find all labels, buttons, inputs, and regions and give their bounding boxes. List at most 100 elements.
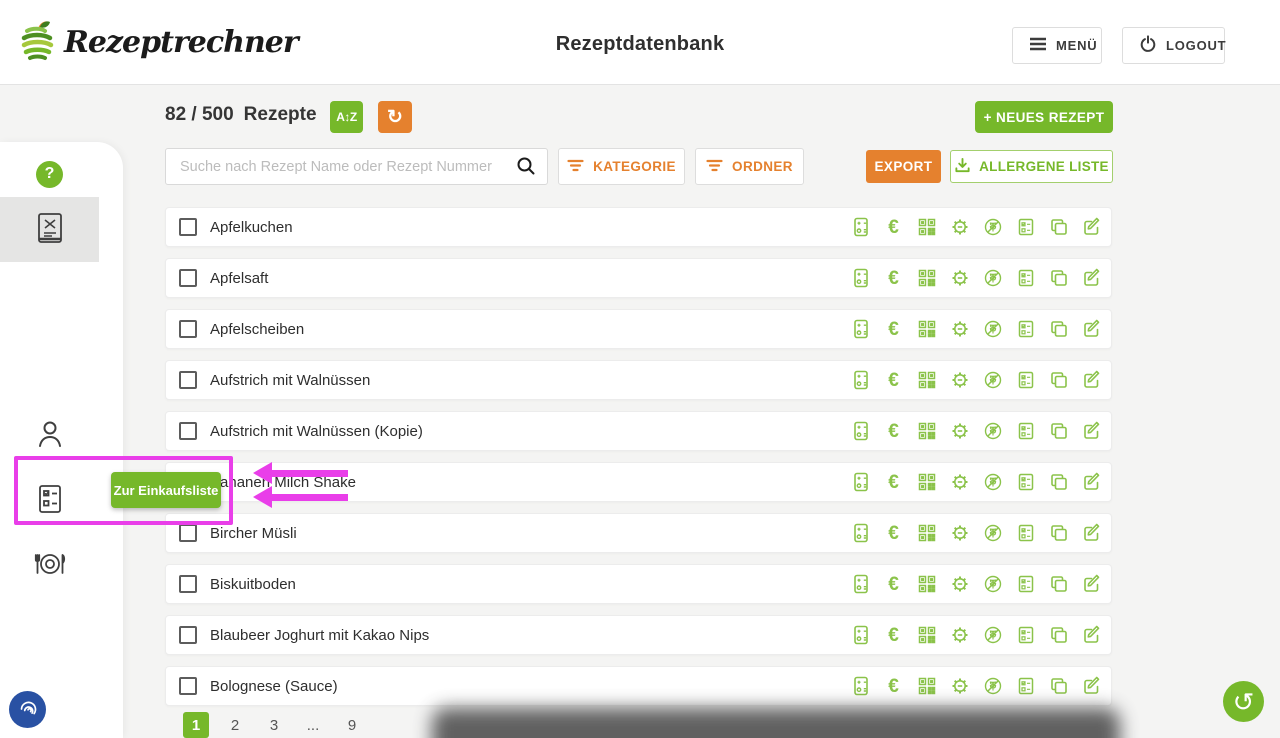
label-icon[interactable]	[1015, 421, 1036, 442]
sidebar-item-forms[interactable]	[0, 482, 99, 520]
euro-icon[interactable]: €	[883, 370, 904, 391]
qr-code-icon[interactable]	[916, 676, 937, 697]
copy-icon[interactable]	[1048, 370, 1069, 391]
label-icon[interactable]	[1015, 319, 1036, 340]
refresh-button[interactable]: ↻	[378, 101, 412, 133]
sidebar-item-recipe-book[interactable]	[0, 204, 99, 256]
recipe-checkbox[interactable]	[179, 371, 197, 389]
recipe-checkbox[interactable]	[179, 269, 197, 287]
recipe-checkbox[interactable]	[179, 626, 197, 644]
euro-icon[interactable]: €	[883, 625, 904, 646]
export-button[interactable]: EXPORT	[866, 150, 941, 183]
page-button[interactable]: 2	[222, 712, 248, 738]
gear-icon[interactable]	[949, 268, 970, 289]
qr-code-icon[interactable]	[916, 421, 937, 442]
kategorie-filter-button[interactable]: KATEGORIE	[558, 148, 685, 185]
gear-icon[interactable]	[949, 421, 970, 442]
euro-icon[interactable]: €	[883, 217, 904, 238]
qr-code-icon[interactable]	[916, 625, 937, 646]
menu-button[interactable]: MENÜ	[1012, 27, 1102, 64]
copy-icon[interactable]	[1048, 574, 1069, 595]
page-button[interactable]: 3	[261, 712, 287, 738]
calculator-icon[interactable]	[850, 268, 871, 289]
recipe-checkbox[interactable]	[179, 677, 197, 695]
sidebar-item-meal-plan[interactable]	[0, 547, 99, 585]
gear-icon[interactable]	[949, 370, 970, 391]
copy-icon[interactable]	[1048, 676, 1069, 697]
qr-code-icon[interactable]	[916, 217, 937, 238]
gluten-free-icon[interactable]	[982, 370, 1003, 391]
logout-button[interactable]: LOGOUT	[1122, 27, 1225, 64]
calculator-icon[interactable]	[850, 217, 871, 238]
calculator-icon[interactable]	[850, 370, 871, 391]
gear-icon[interactable]	[949, 523, 970, 544]
ordner-filter-button[interactable]: ORDNER	[695, 148, 804, 185]
edit-icon[interactable]	[1081, 319, 1102, 340]
qr-code-icon[interactable]	[916, 319, 937, 340]
copy-icon[interactable]	[1048, 319, 1069, 340]
copy-icon[interactable]	[1048, 217, 1069, 238]
edit-icon[interactable]	[1081, 676, 1102, 697]
copy-icon[interactable]	[1048, 625, 1069, 646]
search-input[interactable]	[165, 148, 548, 185]
copy-icon[interactable]	[1048, 523, 1069, 544]
copy-icon[interactable]	[1048, 268, 1069, 289]
sidebar-item-help[interactable]: ?	[0, 154, 99, 194]
gluten-free-icon[interactable]	[982, 472, 1003, 493]
recipe-checkbox[interactable]	[179, 218, 197, 236]
label-icon[interactable]	[1015, 370, 1036, 391]
page-button[interactable]: ...	[300, 712, 326, 738]
label-icon[interactable]	[1015, 472, 1036, 493]
recipe-checkbox[interactable]	[179, 524, 197, 542]
copy-icon[interactable]	[1048, 421, 1069, 442]
gluten-free-icon[interactable]	[982, 625, 1003, 646]
gluten-free-icon[interactable]	[982, 217, 1003, 238]
euro-icon[interactable]: €	[883, 319, 904, 340]
label-icon[interactable]	[1015, 574, 1036, 595]
gear-icon[interactable]	[949, 319, 970, 340]
qr-code-icon[interactable]	[916, 472, 937, 493]
calculator-icon[interactable]	[850, 523, 871, 544]
edit-icon[interactable]	[1081, 625, 1102, 646]
edit-icon[interactable]	[1081, 523, 1102, 544]
label-icon[interactable]	[1015, 676, 1036, 697]
gear-icon[interactable]	[949, 472, 970, 493]
edit-icon[interactable]	[1081, 268, 1102, 289]
calculator-icon[interactable]	[850, 472, 871, 493]
gluten-free-icon[interactable]	[982, 523, 1003, 544]
qr-code-icon[interactable]	[916, 574, 937, 595]
gear-icon[interactable]	[949, 676, 970, 697]
edit-icon[interactable]	[1081, 217, 1102, 238]
recipe-checkbox[interactable]	[179, 575, 197, 593]
euro-icon[interactable]: €	[883, 472, 904, 493]
euro-icon[interactable]: €	[883, 268, 904, 289]
page-button[interactable]: 9	[339, 712, 365, 738]
euro-icon[interactable]: €	[883, 676, 904, 697]
label-icon[interactable]	[1015, 217, 1036, 238]
privacy-consent-button[interactable]	[9, 691, 46, 728]
calculator-icon[interactable]	[850, 676, 871, 697]
qr-code-icon[interactable]	[916, 370, 937, 391]
allergene-liste-button[interactable]: ALLERGENE LISTE	[950, 150, 1113, 183]
edit-icon[interactable]	[1081, 472, 1102, 493]
recipe-checkbox[interactable]	[179, 320, 197, 338]
qr-code-icon[interactable]	[916, 523, 937, 544]
gluten-free-icon[interactable]	[982, 421, 1003, 442]
sidebar-item-profile[interactable]	[0, 417, 99, 455]
euro-icon[interactable]: €	[883, 421, 904, 442]
calculator-icon[interactable]	[850, 319, 871, 340]
gear-icon[interactable]	[949, 625, 970, 646]
undo-button[interactable]: ↺	[1223, 681, 1264, 722]
label-icon[interactable]	[1015, 268, 1036, 289]
gear-icon[interactable]	[949, 217, 970, 238]
calculator-icon[interactable]	[850, 625, 871, 646]
gluten-free-icon[interactable]	[982, 319, 1003, 340]
gluten-free-icon[interactable]	[982, 574, 1003, 595]
edit-icon[interactable]	[1081, 370, 1102, 391]
qr-code-icon[interactable]	[916, 268, 937, 289]
new-recipe-button[interactable]: + NEUES REZEPT	[975, 101, 1113, 133]
edit-icon[interactable]	[1081, 574, 1102, 595]
gluten-free-icon[interactable]	[982, 676, 1003, 697]
copy-icon[interactable]	[1048, 472, 1069, 493]
euro-icon[interactable]: €	[883, 574, 904, 595]
